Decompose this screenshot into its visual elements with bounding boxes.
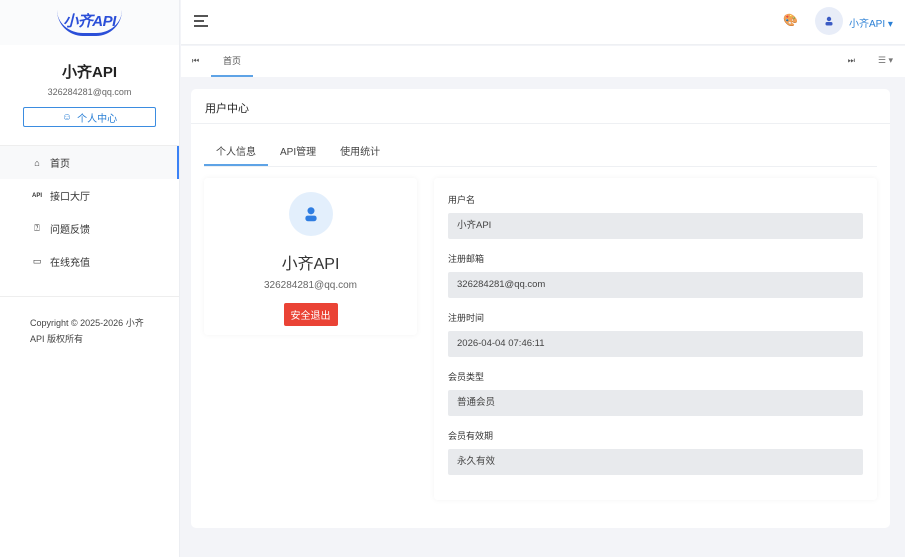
sidebar-item-home[interactable]: ⌂ 首页 — [0, 146, 179, 179]
profile-panel: 小齐API 326284281@qq.com 安全退出 — [204, 178, 417, 335]
email-label: 注册邮箱 — [448, 254, 485, 264]
logout-button[interactable]: 安全退出 — [283, 303, 338, 326]
sidebar-username: 小齐API — [61, 64, 117, 81]
home-icon: ⌂ — [34, 157, 40, 168]
top-header: 🎨 小齐API ▾ — [181, 0, 905, 45]
register-time-label: 注册时间 — [448, 313, 485, 323]
scroll-last-icon[interactable]: ⏭ — [848, 56, 855, 66]
tab-home[interactable]: 首页 — [211, 46, 253, 77]
user-avatar-icon — [288, 192, 333, 236]
tab-personal-info[interactable]: 个人信息 — [204, 142, 268, 166]
info-panel: 用户名 小齐API 注册邮箱 326284281@qq.com 注册时间 202… — [434, 178, 877, 500]
register-time-field[interactable]: 2026-04-04 07:46:11 — [448, 331, 863, 357]
feedback-icon: ⍰ — [34, 223, 40, 233]
member-type-field[interactable]: 普通会员 — [448, 390, 863, 416]
scroll-first-icon[interactable]: ⏮ — [192, 56, 199, 66]
sidebar-item-feedback[interactable]: ⍰ 问题反馈 — [0, 212, 179, 245]
avatar[interactable] — [815, 7, 843, 35]
tabs: 个人信息 API管理 使用统计 — [204, 142, 877, 167]
sidebar-email: 326284281@qq.com — [47, 87, 132, 97]
palette-icon[interactable]: 🎨 — [783, 13, 798, 27]
member-type-label: 会员类型 — [448, 372, 485, 382]
tab-bar: ⏮ 首页 ⏭ ☰ ▾ — [181, 46, 905, 77]
username-label: 用户名 — [448, 195, 476, 205]
credit-card-icon: ▭ — [32, 256, 42, 266]
tab-api-management[interactable]: API管理 — [268, 142, 328, 166]
tab-usage-stats[interactable]: 使用统计 — [328, 142, 392, 166]
member-expiry-field[interactable]: 永久有效 — [448, 449, 863, 475]
sidebar-item-recharge[interactable]: ▭ 在线充值 — [0, 245, 179, 278]
email-field[interactable]: 326284281@qq.com — [448, 272, 863, 298]
page-title: 用户中心 — [191, 89, 890, 124]
user-center-card: 用户中心 个人信息 API管理 使用统计 小齐API 326284281@qq.… — [191, 89, 890, 528]
username-field[interactable]: 小齐API — [448, 213, 863, 239]
api-icon: API — [31, 192, 42, 199]
logo[interactable]: 小齐API — [0, 0, 179, 45]
menu-toggle-icon[interactable] — [194, 15, 208, 30]
sidebar-item-api-hall[interactable]: API 接口大厅 — [0, 179, 179, 212]
tab-menu-icon[interactable]: ☰ ▾ — [878, 55, 893, 66]
profile-email: 326284281@qq.com — [264, 280, 357, 291]
member-expiry-label: 会员有效期 — [448, 431, 494, 441]
copyright: Copyright © 2025-2026 小齐API 版权所有 — [30, 318, 144, 344]
user-circle-icon: ☺ — [61, 111, 73, 123]
sidebar: 小齐API 小齐API 326284281@qq.com ☺ 个人中心 ⌂ 首页 … — [0, 0, 180, 557]
profile-center-button[interactable]: ☺ 个人中心 — [23, 107, 156, 127]
user-dropdown[interactable]: 小齐API ▾ — [849, 15, 893, 30]
profile-name: 小齐API — [281, 256, 340, 273]
